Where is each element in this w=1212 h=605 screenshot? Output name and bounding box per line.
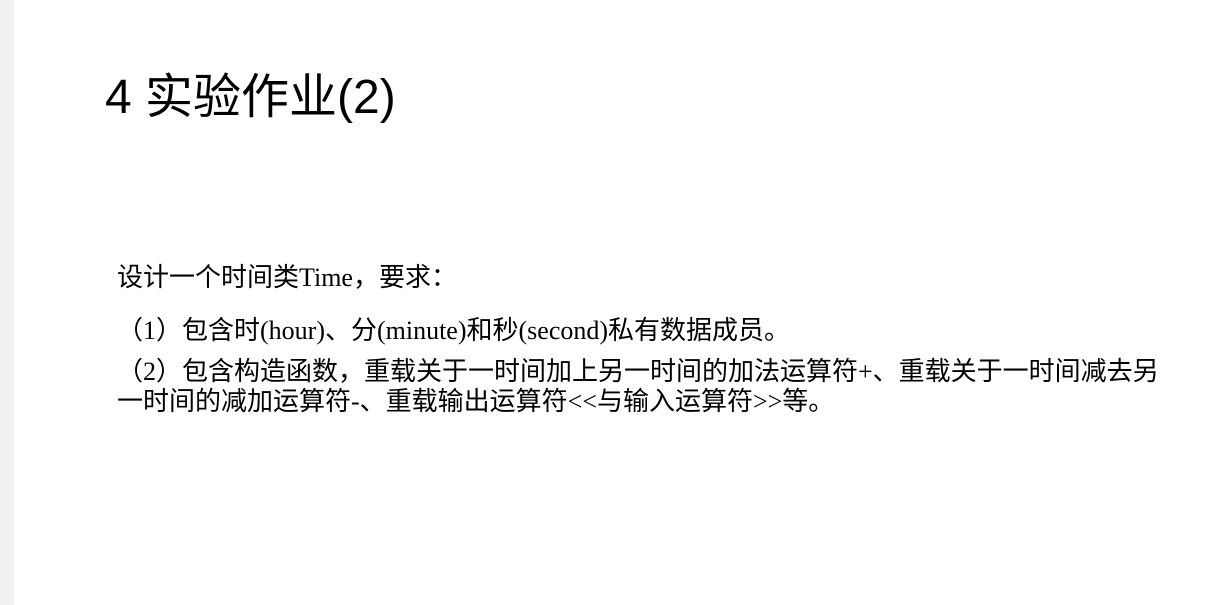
slide-page: 4 实验作业(2) 设计一个时间类Time，要求： （1）包含时(hour)、分… xyxy=(14,0,1212,605)
document-viewer: 4 实验作业(2) 设计一个时间类Time，要求： （1）包含时(hour)、分… xyxy=(0,0,1212,605)
requirement-intro: 设计一个时间类Time，要求： xyxy=(117,263,457,292)
requirement-item-1: （1）包含时(hour)、分(minute)和秒(second)私有数据成员。 xyxy=(117,316,791,345)
requirement-item-2: （2）包含构造函数，重载关于一时间加上另一时间的加法运算符+、重载关于一时间减去… xyxy=(117,357,1159,416)
slide-title: 4 实验作业(2) xyxy=(105,71,396,124)
slide-body: 设计一个时间类Time，要求： （1）包含时(hour)、分(minute)和秒… xyxy=(117,258,1187,417)
